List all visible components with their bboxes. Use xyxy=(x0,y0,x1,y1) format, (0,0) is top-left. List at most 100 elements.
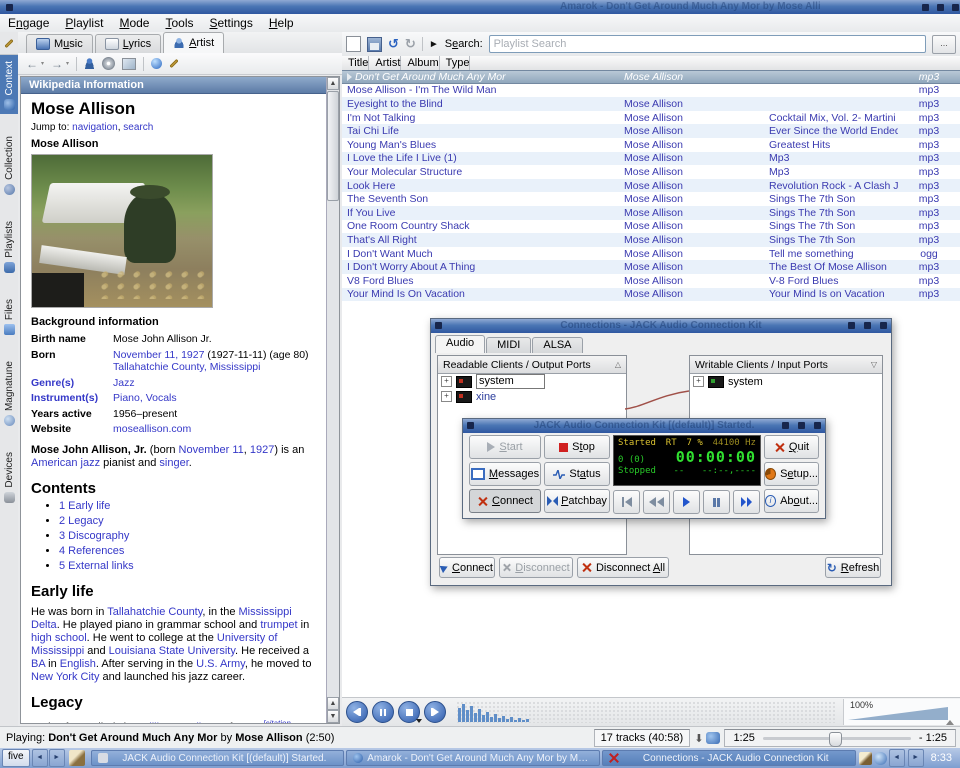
menu-item[interactable]: Mode xyxy=(111,14,157,32)
queue-icon[interactable]: ⬇ xyxy=(694,732,703,745)
menu-item[interactable]: Engage xyxy=(0,14,57,32)
expander-icon[interactable]: + xyxy=(693,376,704,387)
menu-item[interactable]: Settings xyxy=(201,14,260,32)
rewind-start-button[interactable] xyxy=(613,490,640,514)
close-icon[interactable] xyxy=(814,422,821,429)
config-button[interactable] xyxy=(0,32,18,55)
playlist-row[interactable]: I Don't Want Much Mose Allison Tell me s… xyxy=(342,247,960,261)
client-tree-item[interactable]: + system xyxy=(438,374,626,389)
infobox-value[interactable]: 1956–present xyxy=(113,408,319,421)
early-life-paragraph[interactable]: He was born in Tallahatchie County, in t… xyxy=(31,606,319,684)
contents-item[interactable]: 2 Legacy xyxy=(59,515,319,528)
wiki-scrollbar[interactable]: ▲ ▲ ▼ xyxy=(326,77,339,723)
contents-item[interactable]: 3 Discography xyxy=(59,530,319,543)
minimize-icon[interactable] xyxy=(848,322,855,329)
back-icon[interactable]: ← xyxy=(26,57,38,71)
playlist-row[interactable]: Your Mind Is On Vacation Mose Allison Yo… xyxy=(342,288,960,302)
forward-icon[interactable]: → xyxy=(51,57,63,71)
jack-tab[interactable]: MIDI xyxy=(486,337,531,353)
new-playlist-icon[interactable] xyxy=(346,36,361,52)
stop-button[interactable]: Stop xyxy=(544,435,610,459)
picture-icon[interactable] xyxy=(122,58,136,70)
minimize-icon[interactable] xyxy=(922,4,929,11)
seek-thumb[interactable] xyxy=(829,732,842,747)
settings-wrench-icon[interactable] xyxy=(169,59,178,68)
jump-to-track-icon[interactable]: ► xyxy=(429,39,439,50)
tray-network-icon[interactable] xyxy=(874,752,887,765)
intro-paragraph[interactable]: Mose John Allison, Jr. (born November 11… xyxy=(31,444,319,470)
rewind-button[interactable] xyxy=(643,490,670,514)
undo-icon[interactable]: ↺ xyxy=(388,36,399,52)
playlist-row[interactable]: Young Man's Blues Mose Allison Greatest … xyxy=(342,138,960,152)
next-button[interactable] xyxy=(424,701,446,723)
volume-wedge[interactable] xyxy=(848,707,948,720)
playlist-row[interactable]: If You Live Mose Allison Sings The 7th S… xyxy=(342,206,960,220)
scroll-up2-icon[interactable]: ▲ xyxy=(327,697,339,710)
pause-button[interactable] xyxy=(703,490,730,514)
sidebar-item[interactable]: Files xyxy=(0,293,18,339)
jack-main-window[interactable]: JACK Audio Connection Kit [(default)] St… xyxy=(462,418,826,519)
volume-control[interactable]: 100% xyxy=(843,699,960,725)
minimize-icon[interactable] xyxy=(782,422,789,429)
forward-button[interactable] xyxy=(733,490,760,514)
infobox-value[interactable]: November 11, 1927 (1927-11-11) (age 80)T… xyxy=(113,349,319,374)
maximize-icon[interactable] xyxy=(937,4,944,11)
jack-tab[interactable]: ALSA xyxy=(532,337,582,353)
play-button[interactable] xyxy=(673,490,700,514)
infobox-value[interactable]: Mose John Allison Jr. xyxy=(113,333,319,346)
tray-next-icon[interactable]: ► xyxy=(908,749,924,767)
menu-item[interactable]: Help xyxy=(261,14,302,32)
context-tab[interactable]: Artist xyxy=(163,32,224,53)
sidebar-item[interactable]: Playlists xyxy=(0,215,18,277)
setup-button[interactable]: Setup... xyxy=(764,462,819,486)
disconnect-all-button[interactable]: Disconnect All xyxy=(577,557,669,578)
playlist-row[interactable]: I'm Not Talking Mose Allison Cocktail Mi… xyxy=(342,111,960,125)
jack-main-titlebar[interactable]: JACK Audio Connection Kit [(default)] St… xyxy=(463,419,825,433)
desktop-pager[interactable]: five xyxy=(2,749,30,767)
analyzer[interactable] xyxy=(456,701,837,723)
infobox-value[interactable]: Piano, Vocals xyxy=(113,392,319,405)
taskbar-task[interactable]: Amarok - Don't Get Around Much Any Mor b… xyxy=(346,750,600,766)
window-menu-icon[interactable] xyxy=(6,4,13,11)
playlist-row[interactable]: Look Here Mose Allison Revolution Rock -… xyxy=(342,179,960,193)
connect-button[interactable]: Connect xyxy=(439,557,495,578)
jack-connections-titlebar[interactable]: Connections - JACK Audio Connection Kit xyxy=(431,319,891,333)
infobox-value[interactable]: Jazz xyxy=(113,377,319,390)
jack-tab[interactable]: Audio xyxy=(435,335,485,353)
expander-icon[interactable]: + xyxy=(441,391,452,402)
playlist-row[interactable]: Tai Chi Life Mose Allison Ever Since the… xyxy=(342,124,960,138)
column-header[interactable]: Type xyxy=(440,56,471,70)
playlist-row[interactable]: Don't Get Around Much Any Mor Mose Allis… xyxy=(342,70,960,84)
moodbar-icon[interactable] xyxy=(706,732,720,744)
playlist-row[interactable]: V8 Ford Blues Mose Allison V-8 Ford Blue… xyxy=(342,274,960,288)
readable-clients-header[interactable]: Readable Clients / Output Ports△ xyxy=(438,356,626,374)
contents-item[interactable]: 1 Early life xyxy=(59,500,319,513)
sidebar-item[interactable]: Collection xyxy=(0,130,18,199)
stop-button[interactable] xyxy=(398,701,420,723)
column-header[interactable]: Artist xyxy=(369,56,401,70)
messages-button[interactable]: Messages xyxy=(469,462,541,486)
client-tree-item[interactable]: + system xyxy=(690,374,882,389)
album-icon[interactable] xyxy=(102,57,115,70)
refresh-button[interactable]: ↻Refresh xyxy=(825,557,881,578)
scroll-up-icon[interactable]: ▲ xyxy=(327,77,339,90)
scroll-down-icon[interactable]: ▼ xyxy=(327,710,339,723)
search-input[interactable] xyxy=(489,35,926,53)
column-header[interactable]: Title xyxy=(342,56,369,70)
playlist-row[interactable]: Your Molecular Structure Mose Allison Mp… xyxy=(342,165,960,179)
about-button[interactable]: iAbout... xyxy=(764,489,819,513)
playlist-row[interactable]: Mose Allison - I'm The Wild Man mp3 xyxy=(342,84,960,98)
artist-icon[interactable] xyxy=(84,58,95,69)
quit-button[interactable]: Quit xyxy=(764,435,819,459)
contents-item[interactable]: 5 External links xyxy=(59,560,319,573)
amarok-titlebar[interactable]: Amarok - Don't Get Around Much Any Mor b… xyxy=(0,0,960,14)
playlist-row[interactable]: The Seventh Son Mose Allison Sings The 7… xyxy=(342,192,960,206)
search-more-button[interactable]: ... xyxy=(932,35,956,54)
status-button[interactable]: Status xyxy=(544,462,610,486)
writable-clients-header[interactable]: Writable Clients / Input Ports▽ xyxy=(690,356,882,374)
pause-button[interactable] xyxy=(372,701,394,723)
web-icon[interactable] xyxy=(151,58,162,69)
clock[interactable]: 8:33 xyxy=(927,752,958,764)
playlist-row[interactable]: One Room Country Shack Mose Allison Sing… xyxy=(342,220,960,234)
sidebar-item[interactable]: Context xyxy=(0,55,18,114)
